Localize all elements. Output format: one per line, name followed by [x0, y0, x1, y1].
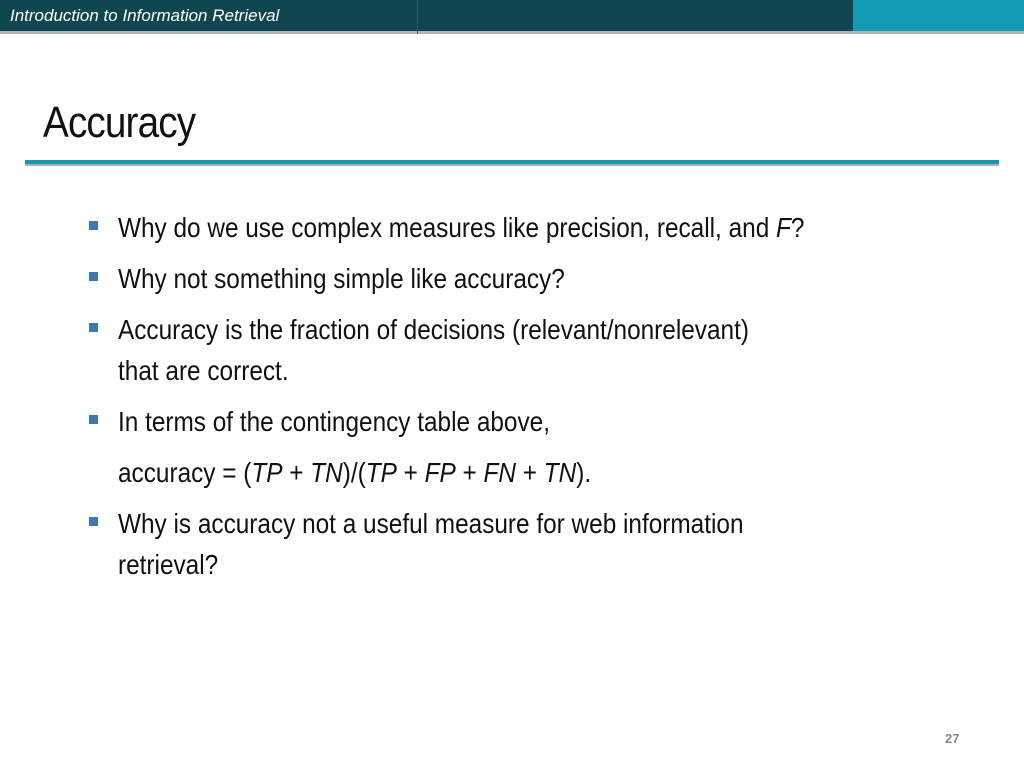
formula-part: + [455, 457, 484, 488]
bullet-text-continued: retrieval? [118, 549, 219, 580]
formula-var: TN [310, 457, 343, 488]
accuracy-formula: accuracy = (TP + TN)/(TP + FP + FN + TN)… [86, 452, 1006, 493]
header-divider [417, 0, 418, 34]
formula-part: accuracy = ( [118, 457, 252, 488]
formula-var: TP [365, 457, 397, 488]
formula-part: + [396, 457, 425, 488]
bullet-text: Accuracy is the fraction of decisions (r… [118, 314, 749, 345]
bullet-text: Why do we use complex measures like prec… [118, 212, 777, 243]
bullet-text: Why is accuracy not a useful measure for… [118, 508, 744, 539]
bullet-square-icon [89, 415, 98, 424]
bullet-item: In terms of the contingency table above, [86, 401, 1006, 442]
bullet-text-continued: that are correct. [118, 355, 289, 386]
formula-part: ). [576, 457, 592, 488]
bullet-text: In terms of the contingency table above, [118, 406, 550, 437]
header-accent-band [853, 0, 1024, 31]
bullet-square-icon [89, 517, 98, 526]
formula-part: + [516, 457, 544, 488]
header-shadow [0, 31, 1024, 34]
formula-var: TP [251, 457, 283, 488]
bullet-item: Why not something simple like accuracy? [86, 258, 1006, 299]
formula-var: TN [543, 457, 577, 488]
bullet-list: Why do we use complex measures like prec… [86, 207, 1006, 595]
header-bar: Introduction to Information Retrieval [0, 0, 1024, 34]
bullet-item: Why is accuracy not a useful measure for… [86, 503, 1006, 585]
bullet-item: Accuracy is the fraction of decisions (r… [86, 309, 1006, 391]
title-underline-shadow [25, 164, 999, 166]
page-number: 27 [945, 731, 960, 746]
formula-part: )/( [342, 457, 366, 488]
formula-var: FP [424, 457, 456, 488]
formula-part: + [282, 457, 311, 488]
bullet-text: Why not something simple like accuracy? [118, 263, 565, 294]
bullet-square-icon [89, 323, 98, 332]
bullet-square-icon [89, 272, 98, 281]
bullet-item: Why do we use complex measures like prec… [86, 207, 1006, 248]
course-title: Introduction to Information Retrieval [10, 6, 280, 25]
bullet-italic-f: F [776, 212, 791, 243]
formula-var: FN [483, 457, 517, 488]
slide-title: Accuracy [43, 98, 196, 147]
bullet-text-end: ? [790, 212, 805, 243]
bullet-square-icon [89, 221, 98, 230]
